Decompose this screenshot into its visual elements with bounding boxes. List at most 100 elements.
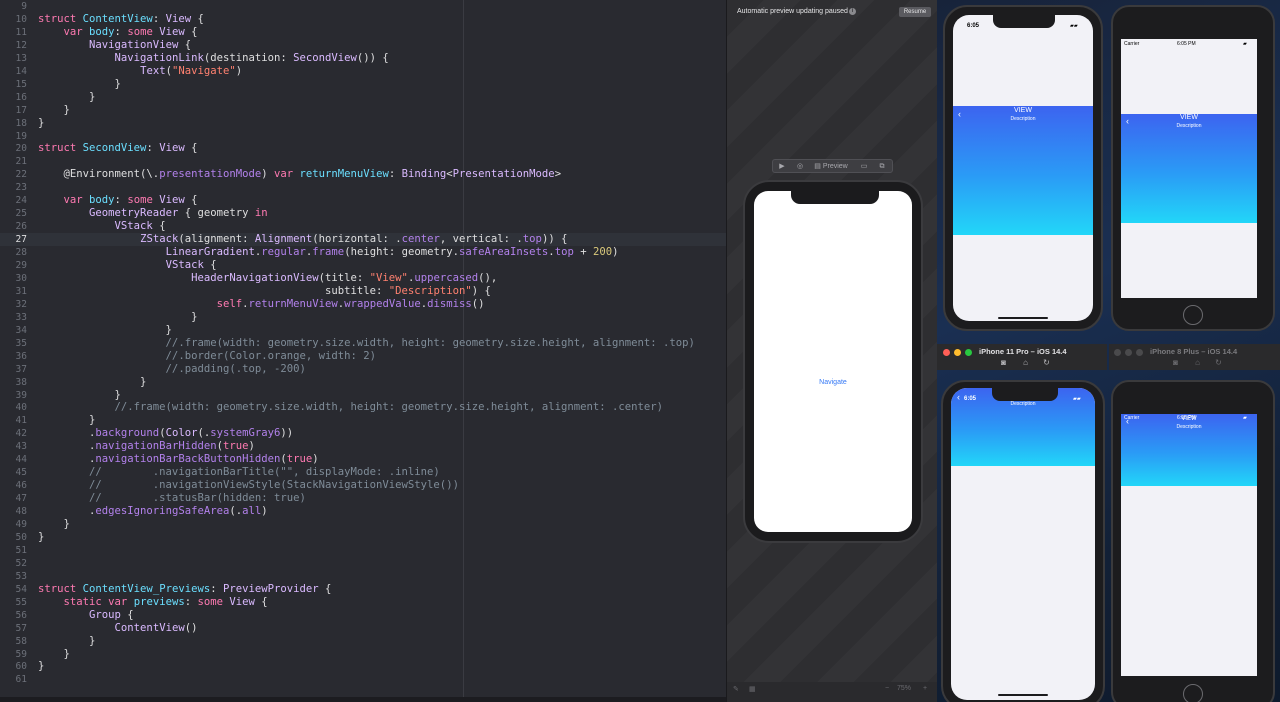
zoom-button[interactable] bbox=[965, 349, 972, 356]
resume-button[interactable]: Resume bbox=[899, 7, 931, 17]
code-editor[interactable]: 9 10 11 12 13 14 15 16 17 18 19 20 21 22 23 24 25 26 27 28 2… bbox=[0, 0, 726, 702]
code-line[interactable]: var body: some View { bbox=[38, 194, 198, 207]
code-line[interactable]: Text("Navigate") bbox=[38, 65, 242, 78]
code-token: { bbox=[254, 595, 268, 608]
code-line[interactable]: } bbox=[38, 78, 121, 91]
minimize-button[interactable] bbox=[1125, 349, 1132, 356]
code-line[interactable]: //.border(Color.orange, width: 2) bbox=[38, 350, 377, 363]
code-line[interactable]: static var previews: some View { bbox=[38, 596, 268, 609]
code-line[interactable]: } bbox=[38, 518, 70, 531]
close-button[interactable] bbox=[1114, 349, 1121, 356]
code-line[interactable]: } bbox=[38, 376, 146, 389]
code-line[interactable]: } bbox=[38, 660, 44, 673]
code-line[interactable]: } bbox=[38, 648, 70, 661]
code-line[interactable]: VStack { bbox=[38, 259, 217, 272]
device-settings-icon[interactable]: ▭ bbox=[859, 162, 869, 171]
code-line[interactable]: .edgesIgnoringSafeArea(.all) bbox=[38, 505, 268, 518]
code-line[interactable]: struct SecondView: View { bbox=[38, 142, 197, 155]
code-token: "Description" bbox=[388, 284, 472, 297]
line-number: 13 bbox=[15, 52, 27, 64]
code-token: () bbox=[471, 297, 485, 310]
code-line[interactable]: } bbox=[38, 117, 44, 130]
zoom-level[interactable]: 75% bbox=[897, 685, 911, 692]
code-line[interactable]: //.frame(width: geometry.size.width, hei… bbox=[38, 337, 695, 350]
code-line[interactable]: //.padding(.top, -200) bbox=[38, 363, 306, 376]
code-line[interactable]: ContentView() bbox=[38, 622, 198, 635]
code-line[interactable]: } bbox=[38, 414, 95, 427]
iphone8-screen-lower[interactable]: ‹ Carrier 6:05 PM VIEW Description ▰ bbox=[1121, 414, 1257, 676]
code-line[interactable]: LinearGradient.regular.frame(height: geo… bbox=[38, 246, 619, 259]
duplicate-preview-icon[interactable]: ⧉ bbox=[877, 162, 887, 171]
code-token: // .navigationViewStyle(StackNavigationV… bbox=[38, 479, 459, 492]
preview-button[interactable]: ▤ Preview bbox=[813, 162, 849, 171]
home-button[interactable] bbox=[1183, 684, 1203, 702]
code-line[interactable]: subtitle: "Description") { bbox=[38, 285, 491, 298]
line-number: 20 bbox=[15, 143, 27, 155]
zoom-button[interactable] bbox=[1136, 349, 1143, 356]
screenshot-icon[interactable]: ◙ bbox=[1171, 358, 1180, 367]
home-button[interactable] bbox=[1183, 305, 1203, 325]
inspect-icon[interactable]: ◎ bbox=[795, 162, 805, 171]
code-line[interactable]: } bbox=[38, 104, 70, 117]
code-line[interactable]: Group { bbox=[38, 609, 134, 622]
iphone11-screen-lower[interactable]: ‹ 6:05 Description ▰▰ bbox=[951, 388, 1095, 700]
iphone8-screen-upper[interactable]: ‹ VIEW Description Carrier 6:05 PM ▰ bbox=[1121, 39, 1257, 298]
pin-icon[interactable]: ✎ bbox=[733, 685, 739, 693]
code-line[interactable]: // .navigationViewStyle(StackNavigationV… bbox=[38, 479, 459, 492]
home-indicator[interactable] bbox=[998, 694, 1048, 696]
code-token: } bbox=[38, 90, 96, 103]
code-line[interactable]: } bbox=[38, 91, 95, 104]
preview-screen: Navigate bbox=[754, 191, 912, 532]
code-line[interactable]: //.frame(width: geometry.size.width, hei… bbox=[38, 401, 664, 414]
sim-title: iPhone 8 Plus – iOS 14.4 bbox=[1150, 347, 1238, 356]
code-token: } bbox=[38, 310, 198, 323]
code-token: { bbox=[120, 608, 134, 621]
code-token: + bbox=[573, 246, 593, 258]
line-number: 33 bbox=[15, 311, 27, 323]
preview-button-label: Preview bbox=[822, 163, 848, 170]
code-token: } bbox=[38, 518, 70, 530]
code-token: : bbox=[114, 194, 128, 207]
code-line[interactable]: } bbox=[38, 531, 44, 544]
code-line[interactable]: .navigationBarHidden(true) bbox=[38, 440, 255, 453]
home-icon[interactable]: ⌂ bbox=[1021, 358, 1030, 367]
code-line[interactable]: ZStack(alignment: Alignment(horizontal: … bbox=[38, 233, 567, 246]
code-line[interactable]: GeometryReader { geometry in bbox=[38, 207, 268, 220]
grid-icon[interactable]: ▦ bbox=[749, 685, 756, 693]
home-indicator[interactable] bbox=[998, 317, 1048, 319]
iphone8-device-upper: ‹ VIEW Description Carrier 6:05 PM ▰ bbox=[1111, 5, 1275, 331]
zoom-in-icon[interactable]: + bbox=[923, 685, 927, 692]
code-line[interactable]: NavigationLink(destination: SecondView()… bbox=[38, 52, 389, 65]
code-line[interactable]: // .statusBar(hidden: true) bbox=[38, 492, 306, 505]
code-line[interactable]: var body: some View { bbox=[38, 26, 198, 39]
code-line[interactable]: self.returnMenuView.wrappedValue.dismiss… bbox=[38, 298, 485, 311]
code-line[interactable]: } bbox=[38, 389, 121, 402]
info-icon[interactable]: i bbox=[849, 8, 856, 15]
code-line[interactable]: VStack { bbox=[38, 220, 166, 233]
code-line[interactable]: } bbox=[38, 635, 95, 648]
code-line[interactable]: } bbox=[38, 324, 172, 337]
home-icon[interactable]: ⌂ bbox=[1193, 358, 1202, 367]
rotate-icon[interactable]: ↻ bbox=[1042, 358, 1051, 367]
code-line[interactable]: @Environment(\.presentationMode) var ret… bbox=[38, 168, 562, 181]
navigate-link[interactable]: Navigate bbox=[754, 379, 912, 386]
code-line[interactable]: struct ContentView: View { bbox=[38, 13, 204, 26]
close-button[interactable] bbox=[943, 349, 950, 356]
screenshot-icon[interactable]: ◙ bbox=[999, 358, 1008, 367]
minimize-button[interactable] bbox=[954, 349, 961, 356]
code-token: true bbox=[222, 440, 249, 453]
code-line[interactable]: HeaderNavigationView(title: "View".upper… bbox=[38, 272, 497, 285]
code-line[interactable]: NavigationView { bbox=[38, 39, 191, 52]
zoom-out-icon[interactable]: − bbox=[885, 685, 889, 692]
live-preview-icon[interactable]: ▶ bbox=[777, 162, 787, 171]
code-line[interactable]: // .navigationBarTitle("", displayMode: … bbox=[38, 466, 440, 479]
rotate-icon[interactable]: ↻ bbox=[1214, 358, 1223, 367]
code-token: . bbox=[38, 505, 96, 517]
code-line[interactable]: } bbox=[38, 311, 197, 324]
code-line[interactable]: .background(Color(.systemGray6)) bbox=[38, 427, 293, 440]
iphone11-screen-upper[interactable]: ‹ VIEW Description 6:05 ▰▰ bbox=[953, 15, 1093, 321]
code-line[interactable]: .navigationBarBackButtonHidden(true) bbox=[38, 453, 319, 466]
code-token: uppercased bbox=[414, 271, 479, 284]
code-line[interactable]: struct ContentView_Previews: PreviewProv… bbox=[38, 583, 331, 596]
